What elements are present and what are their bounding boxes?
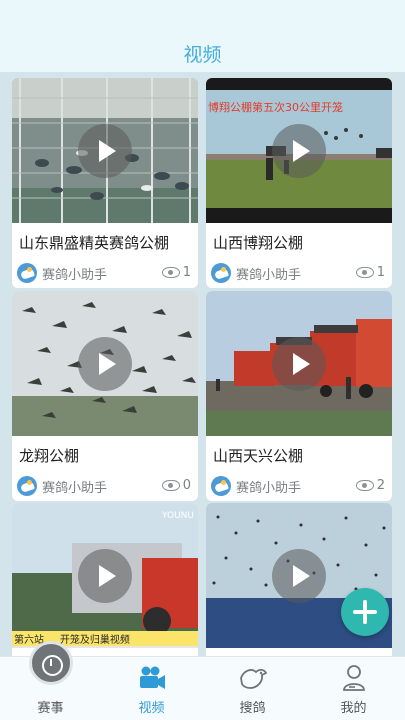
pigeon-avatar-icon [211,263,231,283]
tab-videos[interactable]: 视频 [101,657,202,720]
pigeon-avatar-icon [17,476,37,496]
video-thumbnail[interactable] [12,78,198,223]
video-title: 山东鼎盛精英赛鸽公棚 [19,234,170,252]
author-name: 赛鸽小助手 [236,480,302,496]
video-thumbnail[interactable]: 博翔公棚第五次30公里开笼 [206,78,392,223]
video-title: 山西博翔公棚 [213,234,304,252]
play-button[interactable] [78,549,132,603]
tab-label: 搜鸽 [239,701,266,716]
pigeon-avatar-icon [211,476,231,496]
video-thumbnail[interactable] [206,291,392,436]
video-author: 赛鸽小助手 [211,475,301,497]
view-count-value: 2 [376,478,385,493]
video-author: 赛鸽小助手 [17,475,107,497]
view-count-value: 1 [182,265,191,280]
play-button[interactable] [78,337,132,391]
video-thumbnail[interactable]: YOUNU 第六站 ... 开笼及归巢视频 [12,503,198,648]
add-video-button[interactable] [341,588,389,636]
page-title: 视频 [183,44,222,66]
author-name: 赛鸽小助手 [236,267,302,283]
video-thumbnail[interactable] [12,291,198,436]
pigeon-icon [240,668,268,689]
thumbnail-caption: 博翔公棚第五次30公里开笼 [208,101,343,114]
author-name: 赛鸽小助手 [42,480,108,496]
person-icon [343,665,365,691]
stopwatch-icon[interactable] [29,641,73,685]
bottom-tab-bar: 赛事 视频 搜鸽 我的 [0,641,405,720]
video-camera-icon [140,666,165,689]
video-card[interactable]: 龙翔公棚 赛鸽小助手 0 [12,291,198,501]
play-button[interactable] [272,124,326,178]
play-button[interactable] [78,124,132,178]
video-grid[interactable]: 山东鼎盛精英赛鸽公棚 赛鸽小助手 1 博翔公棚第五次30公里开笼 山西博翔公棚 [0,72,405,656]
video-author: 赛鸽小助手 [211,262,301,284]
view-count-value: 1 [376,265,385,280]
tab-search-pigeon[interactable]: 搜鸽 [202,657,303,720]
video-card[interactable]: 山西天兴公棚 赛鸽小助手 2 [206,291,392,501]
eye-icon [161,480,180,491]
tab-label: 视频 [138,701,165,716]
tab-label: 我的 [340,701,367,716]
eye-icon [355,480,374,491]
video-card[interactable]: 博翔公棚第五次30公里开笼 山西博翔公棚 赛鸽小助手 1 [206,78,392,288]
app-header: 视频 [0,0,405,72]
author-name: 赛鸽小助手 [42,267,108,283]
video-card[interactable]: 山东鼎盛精英赛鸽公棚 赛鸽小助手 1 [12,78,198,288]
video-title: 龙翔公棚 [19,447,80,465]
video-card[interactable]: YOUNU 第六站 ... 开笼及归巢视频 [12,503,198,656]
tab-label: 赛事 [37,701,64,716]
tab-events[interactable]: 赛事 [0,641,101,720]
tab-profile[interactable]: 我的 [303,657,404,720]
view-count: 2 [355,478,385,493]
video-author: 赛鸽小助手 [17,262,107,284]
play-button[interactable] [272,549,326,603]
play-button[interactable] [272,337,326,391]
view-count: 0 [161,478,191,493]
view-count: 1 [355,265,385,280]
video-watermark: YOUNU [162,511,194,521]
eye-icon [161,267,180,278]
video-title: 山西天兴公棚 [213,447,304,465]
view-count-value: 0 [182,478,191,493]
view-count: 1 [161,265,191,280]
pigeon-avatar-icon [17,263,37,283]
eye-icon [355,267,374,278]
